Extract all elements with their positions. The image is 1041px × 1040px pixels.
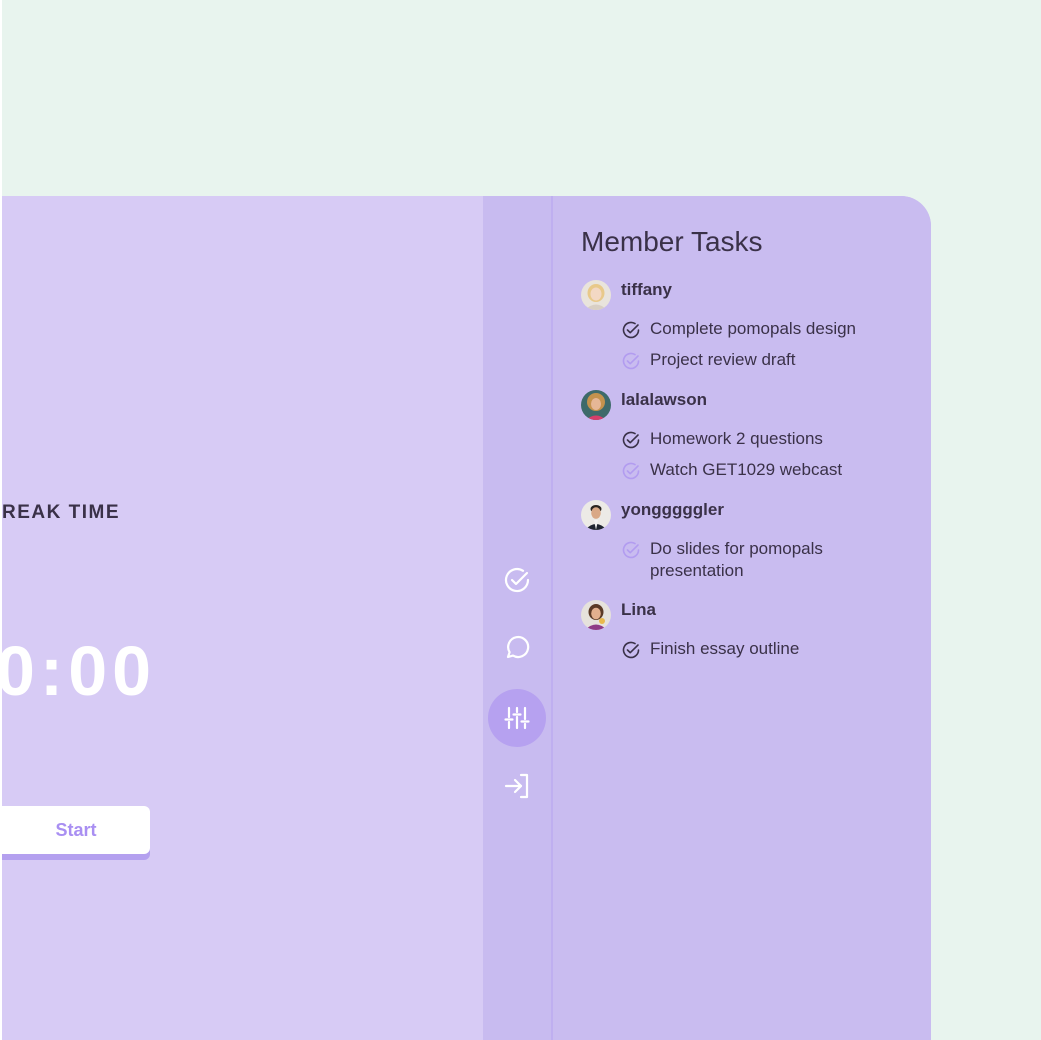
panel-title: Member Tasks <box>581 226 763 257</box>
task-item[interactable]: Complete pomopals design <box>581 318 911 340</box>
timer-mode-label: REAK TIME <box>2 502 120 523</box>
timer-display: 0:00 <box>2 632 157 710</box>
check-circle-icon[interactable] <box>621 351 641 371</box>
task-item[interactable]: Watch GET1029 webcast <box>581 459 911 481</box>
check-circle-icon[interactable] <box>621 540 641 560</box>
member-lina: Lina Finish essay outline <box>581 600 911 660</box>
rail-settings-button[interactable] <box>488 689 546 747</box>
task-item[interactable]: Do slides for pomopals presentation <box>581 538 911 582</box>
timer-panel: REAK TIME 0:00 Start <box>2 196 483 1040</box>
member-name: tiffany <box>621 280 672 299</box>
start-button[interactable]: Start <box>2 806 150 854</box>
avatar[interactable] <box>581 600 611 630</box>
member-tasks-panel: Member Tasks tiffany Complete pomopals d… <box>553 196 931 1040</box>
check-circle-icon[interactable] <box>621 640 641 660</box>
avatar[interactable] <box>581 280 611 310</box>
check-circle-icon[interactable] <box>621 320 641 340</box>
avatar[interactable] <box>581 390 611 420</box>
task-text: Project review draft <box>650 350 796 369</box>
rail-tasks-button[interactable] <box>488 551 546 609</box>
member-yongggggler: yongggggler Do slides for pomopals prese… <box>581 500 911 582</box>
task-text: Do slides for pomopals presentation <box>650 539 823 580</box>
rail-chat-button[interactable] <box>488 619 546 677</box>
check-circle-icon[interactable] <box>621 430 641 450</box>
member-tiffany: tiffany Complete pomopals design Project… <box>581 280 911 371</box>
check-circle-icon <box>504 567 530 593</box>
icon-rail <box>483 196 553 1040</box>
member-name: yongggggler <box>621 500 724 519</box>
avatar[interactable] <box>581 500 611 530</box>
task-text: Watch GET1029 webcast <box>650 460 843 479</box>
task-item[interactable]: Project review draft <box>581 349 911 371</box>
task-text: Homework 2 questions <box>650 429 823 448</box>
task-item[interactable]: Finish essay outline <box>581 638 911 660</box>
chat-bubble-icon <box>506 635 530 659</box>
check-circle-icon[interactable] <box>621 461 641 481</box>
sliders-icon <box>504 706 530 730</box>
rail-leave-button[interactable] <box>488 757 546 815</box>
member-name: lalalawson <box>621 390 707 409</box>
exit-arrow-icon <box>504 773 529 799</box>
task-item[interactable]: Homework 2 questions <box>581 428 911 450</box>
member-name: Lina <box>621 600 656 619</box>
task-text: Complete pomopals design <box>650 319 857 338</box>
task-text: Finish essay outline <box>650 639 800 658</box>
app-window: REAK TIME 0:00 Start Member Tasks tiffan… <box>2 196 931 1040</box>
member-lalalawson: lalalawson Homework 2 questions Watch GE… <box>581 390 911 481</box>
